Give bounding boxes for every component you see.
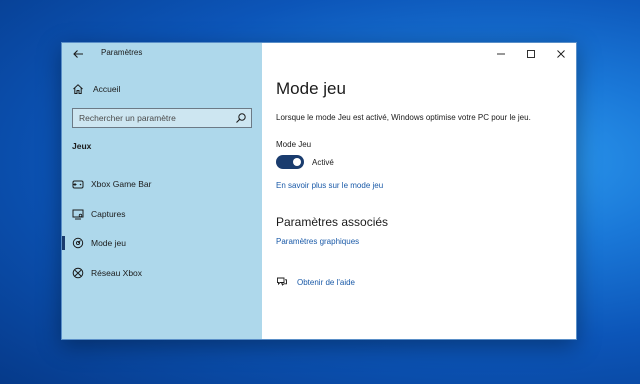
sidebar-item-captures[interactable]: Captures [62, 203, 262, 225]
main-content: Mode jeu Lorsque le mode Jeu est activé,… [262, 43, 576, 339]
toggle-state-text: Activé [312, 158, 334, 167]
active-indicator [62, 236, 65, 250]
sidebar-item-label: Captures [91, 209, 126, 219]
game-mode-toggle[interactable] [276, 155, 304, 169]
maximize-icon [527, 50, 535, 58]
help-chat-icon [277, 277, 287, 286]
learn-more-link[interactable]: En savoir plus sur le mode jeu [276, 181, 383, 190]
xbox-icon [72, 267, 84, 279]
help-link[interactable]: Obtenir de l'aide [297, 278, 355, 287]
search-box[interactable] [72, 108, 252, 128]
arrow-left-icon [73, 50, 83, 58]
search-input[interactable] [73, 109, 233, 127]
maximize-button[interactable] [516, 43, 546, 65]
sidebar-item-label: Xbox Game Bar [91, 179, 152, 189]
minimize-icon [497, 53, 505, 55]
home-link[interactable]: Accueil [72, 81, 120, 97]
game-mode-icon [72, 237, 84, 249]
captures-icon [72, 209, 84, 220]
home-label: Accueil [93, 84, 121, 94]
page-title: Mode jeu [276, 79, 346, 98]
home-icon [73, 84, 83, 94]
sidebar: Paramètres Accueil Jeux Xbox Game Bar [62, 43, 262, 339]
sidebar-item-label: Réseau Xbox [91, 268, 143, 278]
sidebar-item-xbox-game-bar[interactable]: Xbox Game Bar [62, 173, 262, 195]
close-button[interactable] [546, 43, 576, 65]
section-title: Jeux [72, 141, 92, 151]
toggle-knob [293, 158, 301, 166]
sidebar-item-mode-jeu[interactable]: Mode jeu [62, 232, 262, 254]
sidebar-item-label: Mode jeu [91, 238, 126, 248]
search-icon[interactable] [235, 112, 247, 124]
related-settings-title: Paramètres associés [276, 215, 389, 229]
close-icon [557, 50, 565, 58]
back-button[interactable] [70, 46, 86, 62]
description: Lorsque le mode Jeu est activé, Windows … [276, 113, 531, 122]
xbox-game-bar-icon [72, 180, 84, 189]
sidebar-item-reseau-xbox[interactable]: Réseau Xbox [62, 262, 262, 284]
graphics-settings-link[interactable]: Paramètres graphiques [276, 237, 359, 246]
toggle-label: Mode Jeu [276, 140, 312, 149]
settings-window: Paramètres Accueil Jeux Xbox Game Bar [61, 42, 577, 340]
titlebar: Paramètres [62, 43, 262, 65]
window-title: Paramètres [101, 48, 143, 57]
minimize-button[interactable] [486, 43, 516, 65]
